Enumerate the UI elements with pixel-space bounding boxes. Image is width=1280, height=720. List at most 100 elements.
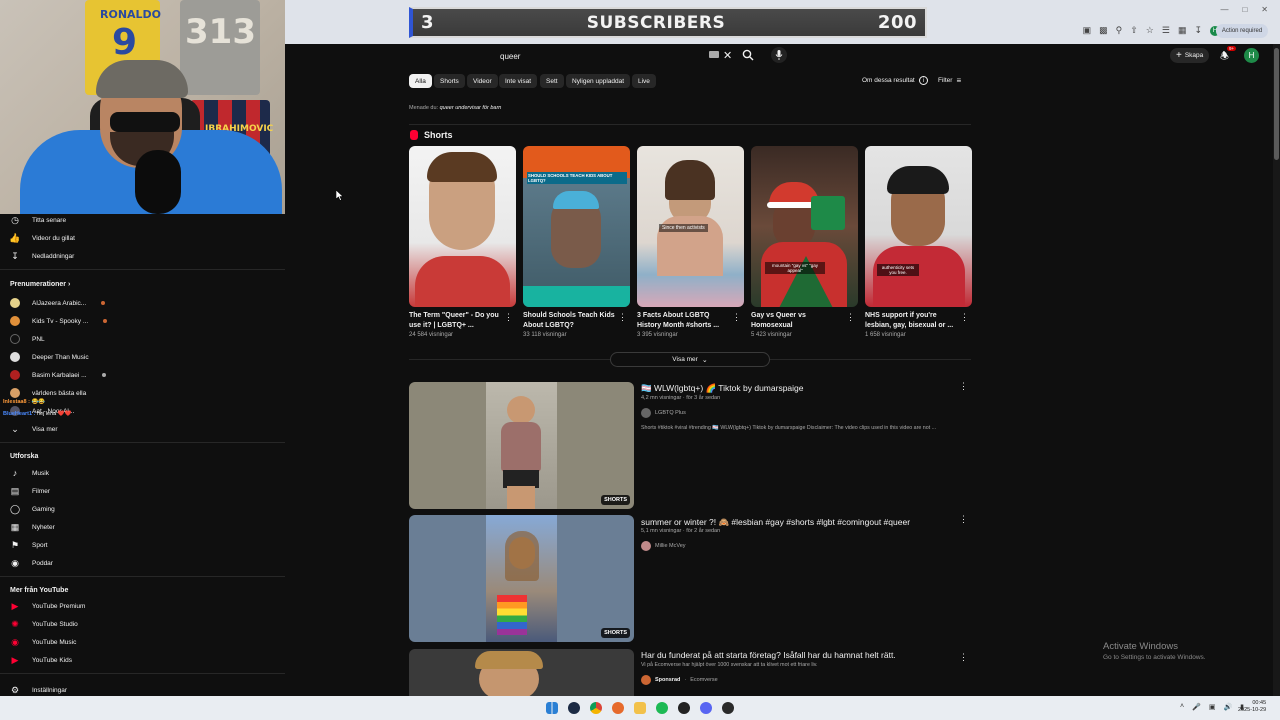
firefox-icon[interactable] [612, 702, 624, 714]
sidebar-subscription[interactable]: Deeper Than Music [10, 350, 89, 364]
more-options-icon[interactable]: ⋮ [960, 312, 969, 323]
translate-icon[interactable]: ▩ [1099, 25, 1108, 36]
sidebar-item-downloads[interactable]: ↧ Nedladdningar [10, 249, 74, 263]
user-avatar[interactable]: H [1244, 48, 1259, 63]
sidebar-show-more[interactable]: ⌄ Visa mer [10, 422, 57, 436]
chip-shorts[interactable]: Shorts [434, 74, 465, 88]
reading-list-icon[interactable]: ☰ [1162, 25, 1170, 36]
voice-search-icon[interactable] [771, 47, 787, 63]
scrollbar-thumb[interactable] [1274, 48, 1279, 160]
did-you-mean-link[interactable]: queer undervisar för barn [440, 105, 502, 111]
sidebar-subscription[interactable]: AlJazeera Arabic... [10, 296, 106, 310]
short-title[interactable]: NHS support if you're lesbian, gay, bise… [865, 311, 957, 330]
downloads-icon[interactable]: ↧ [1194, 25, 1202, 36]
more-options-icon[interactable]: ⋮ [504, 312, 513, 323]
sidebar-item-youtube-premium[interactable]: ▶ YouTube Premium [10, 599, 86, 613]
more-options-icon[interactable]: ⋮ [846, 312, 855, 323]
short-title[interactable]: Should Schools Teach Kids About LGBTQ? [523, 311, 615, 330]
short-title[interactable]: 3 Facts About LGBTQ History Month #short… [637, 311, 729, 330]
clock[interactable]: 00:45 2025-10-29 [1238, 700, 1266, 714]
share-icon[interactable]: ⇧ [1130, 25, 1138, 36]
sidebar-item-watch-later[interactable]: ◷ Titta senare [10, 213, 66, 227]
extensions-icon[interactable]: ▦ [1178, 25, 1187, 36]
channel-link[interactable]: LGBTQ Plus [641, 408, 686, 418]
subscriber-banner-title: SUBSCRIBERS [586, 12, 726, 33]
mouse-cursor [335, 188, 344, 206]
sidebar-item-podcasts[interactable]: ◉ Poddar [10, 556, 53, 570]
steam-icon[interactable] [568, 702, 580, 714]
short-thumbnail[interactable]: Since then activists [637, 146, 744, 307]
volume-icon[interactable]: 🔊 [1223, 703, 1232, 711]
windows-start-icon[interactable] [546, 702, 558, 714]
about-results-link[interactable]: Om dessa resultat i [862, 76, 928, 85]
zoom-icon[interactable]: ⚲ [1116, 25, 1123, 36]
sunglasses [110, 112, 180, 132]
file-explorer-icon[interactable] [634, 702, 646, 714]
subscriptions-heading[interactable]: Prenumerationer › [10, 281, 70, 288]
more-options-icon[interactable]: ⋮ [959, 381, 968, 392]
chip-videor[interactable]: Videor [467, 74, 498, 88]
sidebar-item-youtube-music[interactable]: ◉ YouTube Music [10, 635, 76, 649]
sidebar-item-youtube-kids[interactable]: ▶ YouTube Kids [10, 653, 72, 667]
ad-advertiser[interactable]: Sponsrad · Ecomverse [641, 675, 718, 685]
ad-title[interactable]: Har du funderat på att starta företag? I… [641, 650, 896, 660]
minimize-icon[interactable]: — [1220, 5, 1228, 14]
short-thumbnail[interactable]: authenticity sets you free. [865, 146, 972, 307]
video-thumbnail[interactable]: SHORTS [409, 382, 634, 509]
sidebar-item-liked-videos[interactable]: 👍 Videor du gillat [9, 231, 75, 245]
more-options-icon[interactable]: ⋮ [618, 312, 627, 323]
short-thumbnail[interactable]: mountain "gay vs" "gay appeal" [751, 146, 858, 307]
sidebar-item-movies[interactable]: ▤ Filmer [10, 484, 50, 498]
chip-inte-visat[interactable]: Inte visat [499, 74, 538, 88]
sidebar-item-sports[interactable]: ⚑ Sport [10, 538, 48, 552]
sidebar-item-youtube-studio[interactable]: ✺ YouTube Studio [10, 617, 78, 631]
notifications-bell-icon[interactable]: 🕭 [1220, 49, 1229, 66]
discord-icon[interactable] [700, 702, 712, 714]
network-icon[interactable]: ▣ [1209, 703, 1216, 711]
bookmark-star-icon[interactable]: ☆ [1146, 25, 1154, 36]
keyboard-icon[interactable] [709, 51, 719, 58]
search-box[interactable]: queer [490, 46, 740, 66]
show-more-shorts-button[interactable]: Visa mer ⌄ [610, 352, 770, 367]
video-thumbnail[interactable]: SHORTS [409, 515, 634, 642]
search-input[interactable]: queer [490, 52, 520, 61]
action-required-button[interactable]: Action required [1216, 24, 1268, 38]
more-options-icon[interactable]: ⋮ [959, 514, 968, 525]
obs-icon[interactable] [722, 702, 734, 714]
clear-search-icon[interactable]: ✕ [723, 49, 732, 62]
channel-link[interactable]: Millie McVey [641, 541, 686, 551]
chrome-icon[interactable] [590, 702, 602, 714]
sidebar-subscription[interactable]: världens bästa ella [10, 386, 86, 400]
spotify-icon[interactable] [656, 702, 668, 714]
more-options-icon[interactable]: ⋮ [959, 652, 968, 663]
chip-sett[interactable]: Sett [540, 74, 564, 88]
short-title[interactable]: The Term "Queer" - Do you use it? | LGBT… [409, 311, 501, 330]
sidebar-item-gaming[interactable]: ◯ Gaming [10, 502, 55, 516]
sidebar-item-news[interactable]: ▦ Nyheter [10, 520, 55, 534]
sidebar-item-settings[interactable]: ⚙ Inställningar [10, 683, 67, 697]
microphone-icon[interactable]: 🎤 [1192, 703, 1201, 711]
short-thumbnail[interactable]: SHOULD SCHOOLS TEACH KIDS ABOUT LGBTQ? [523, 146, 630, 307]
sidebar-subscription[interactable]: PNL [10, 332, 45, 346]
short-thumbnail[interactable] [409, 146, 516, 307]
chip-live[interactable]: Live [632, 74, 656, 88]
app-icon[interactable] [678, 702, 690, 714]
video-title[interactable]: 🏳️‍⚧️ WLW(lgbtq+) 🌈 Tiktok by dumarspaig… [641, 383, 804, 394]
webcam-overlay: RONALDO 9 313 IBRAHIMOVIC [0, 0, 285, 214]
search-icon[interactable] [742, 48, 754, 66]
cast-icon[interactable]: ▣ [1083, 25, 1092, 36]
video-title[interactable]: summer or winter ?! 🙈 #lesbian #gay #sho… [641, 517, 910, 528]
more-options-icon[interactable]: ⋮ [732, 312, 741, 323]
ad-thumbnail[interactable] [409, 649, 634, 696]
tray-chevron-icon[interactable]: ˄ [1180, 703, 1184, 711]
filter-button[interactable]: Filter ≡ [938, 76, 961, 85]
short-title[interactable]: Gay vs Queer vs Homosexual [751, 311, 843, 330]
close-window-icon[interactable]: ✕ [1261, 5, 1268, 14]
sidebar-item-music[interactable]: ♪ Musik [10, 466, 49, 480]
chip-alla[interactable]: Alla [409, 74, 432, 88]
sidebar-subscription[interactable]: Kids Tv - Spooky ... [10, 314, 108, 328]
sidebar-subscription[interactable]: Basim Karbalaei ... [10, 368, 106, 382]
chip-nyligen-uppladdat[interactable]: Nyligen uppladdat [566, 74, 631, 88]
maximize-icon[interactable]: □ [1242, 5, 1247, 14]
create-button[interactable]: + Skapa [1170, 48, 1210, 63]
